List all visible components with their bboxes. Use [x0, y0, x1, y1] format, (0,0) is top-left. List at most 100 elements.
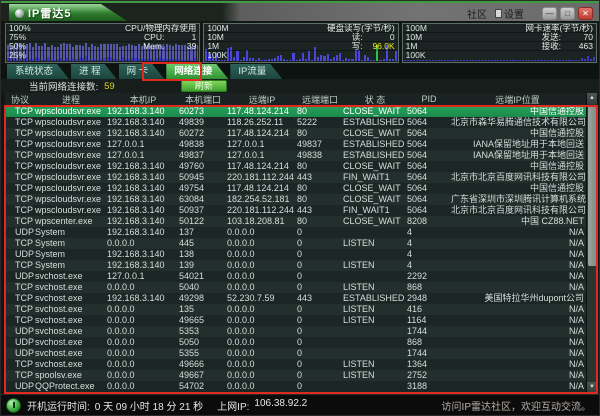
table-row[interactable]: TCPsvchost.exe192.168.3.1404929852.230.7… — [5, 293, 588, 304]
cell: 54021 — [179, 271, 227, 282]
community-promo-text: 访问IP雷达社区，欢迎互动交流。 — [442, 398, 591, 413]
tab-ip-traffic[interactable]: IP流量 — [230, 64, 282, 79]
table-row[interactable]: TCPsvchost.exe0.0.0.01350.0.0.00LISTEN41… — [5, 304, 588, 315]
scrollbar-thumb[interactable] — [588, 106, 597, 266]
cell: 2752 — [407, 370, 451, 381]
cell — [343, 348, 407, 359]
cell: 192.168.3.140 — [107, 293, 179, 304]
disk-panel-title: 硬盘读写(字节/秒) — [327, 24, 395, 32]
cell: wpscloudsvr.exe — [35, 150, 107, 161]
table-row[interactable]: TCPspoolsv.exe0.0.0.0496670.0.0.00LISTEN… — [5, 370, 588, 381]
tab-network-card[interactable]: 网 卡 — [119, 64, 165, 79]
scroll-up-icon[interactable]: ▲ — [587, 93, 597, 104]
cell: 0 — [297, 271, 343, 282]
cell: svchost.exe — [35, 282, 107, 293]
maximize-button[interactable]: □ — [560, 7, 575, 20]
table-row[interactable]: TCPsvchost.exe0.0.0.050400.0.0.00LISTEN8… — [5, 282, 588, 293]
cell: TCP — [5, 161, 35, 172]
cell: 0.0.0.0 — [107, 337, 179, 348]
settings-button[interactable]: 设置 — [495, 6, 524, 21]
column-header[interactable]: 本机端口 — [179, 93, 227, 106]
column-header[interactable]: 远端IP位置 — [451, 93, 588, 106]
cell: UDP — [5, 348, 35, 359]
table-row[interactable]: UDPQQProtect.exe0.0.0.0547020.0.0.003188… — [5, 381, 588, 392]
column-header[interactable]: 状 态 — [343, 93, 407, 106]
column-header[interactable]: 远端IP — [227, 93, 297, 106]
table-row[interactable]: TCPsvchost.exe0.0.0.0496660.0.0.00LISTEN… — [5, 359, 588, 370]
table-row[interactable]: UDPSystem192.168.3.1401370.0.0.004N/A — [5, 227, 588, 238]
cell: IANA保留地址用于本地回送 — [451, 150, 588, 161]
tab-network-connections[interactable]: 网络连接 — [166, 64, 228, 79]
cell: 0.0.0.0 — [107, 238, 179, 249]
cell: 127.0.0.1 — [107, 150, 179, 161]
cell: ESTABLISHED — [343, 117, 407, 128]
table-row[interactable]: UDPSystem192.168.3.1401380.0.0.004N/A — [5, 249, 588, 260]
table-row[interactable]: TCPwpscloudsvr.exe192.168.3.14050937220.… — [5, 205, 588, 216]
table-row[interactable]: UDPsvchost.exe0.0.0.050500.0.0.00868N/A — [5, 337, 588, 348]
column-header[interactable]: PID — [407, 94, 451, 104]
cell: 49754 — [179, 183, 227, 194]
cell: System — [35, 238, 107, 249]
cell: wpscloudsvr.exe — [35, 194, 107, 205]
cell: 0.0.0.0 — [107, 381, 179, 392]
table-row[interactable]: TCPwpscloudsvr.exe127.0.0.149837127.0.0.… — [5, 150, 588, 161]
cell: wpscloudsvr.exe — [35, 117, 107, 128]
table-row[interactable]: TCPwpscloudsvr.exe192.168.3.14049754117.… — [5, 183, 588, 194]
table-row[interactable]: TCPwpscloudsvr.exe192.168.3.14063084182.… — [5, 194, 588, 205]
cell: svchost.exe — [35, 359, 107, 370]
cell: wpscloudsvr.exe — [35, 128, 107, 139]
cell: 0.0.0.0 — [227, 348, 297, 359]
cell: 0 — [297, 326, 343, 337]
tab-bar: 系统状态 进 程 网 卡 网络连接 IP流量 — [1, 64, 599, 79]
tab-system-status[interactable]: 系统状态 — [7, 64, 69, 79]
column-header[interactable]: 进程 — [35, 93, 107, 106]
table-row[interactable]: TCPSystem192.168.3.1401390.0.0.00LISTEN4… — [5, 260, 588, 271]
column-header[interactable]: 远端端口 — [297, 93, 343, 106]
table-row[interactable]: TCPSystem0.0.0.04450.0.0.00LISTEN4N/A — [5, 238, 588, 249]
close-button[interactable]: ✕ — [578, 7, 593, 20]
minimize-button[interactable]: — — [542, 7, 557, 20]
table-row[interactable]: UDPsvchost.exe127.0.0.1540210.0.0.002292… — [5, 271, 588, 282]
cell: 52.230.7.59 — [227, 293, 297, 304]
table-row[interactable]: TCPwpscloudsvr.exe192.168.3.14060273117.… — [5, 106, 588, 117]
refresh-button[interactable]: 刷新 — [181, 80, 227, 92]
cell: 49839 — [179, 117, 227, 128]
cell: 中国信通控股 — [451, 161, 588, 172]
cell: 127.0.0.1 — [227, 150, 297, 161]
table-scrollbar[interactable]: ▲ ▼ — [586, 93, 597, 393]
cell: 192.168.3.140 — [107, 172, 179, 183]
community-button[interactable]: 社区 — [467, 6, 487, 21]
cell: wpscloudsvr.exe — [35, 205, 107, 216]
table-row[interactable]: TCPsvchost.exe0.0.0.0496650.0.0.00LISTEN… — [5, 315, 588, 326]
cell: LISTEN — [343, 260, 407, 271]
cell: 北京市北京百度网讯科技有限公司电信... — [451, 172, 588, 183]
cell: 138 — [179, 249, 227, 260]
cell: 0.0.0.0 — [107, 348, 179, 359]
cell: N/A — [451, 381, 588, 392]
cell: QQProtect.exe — [35, 381, 107, 392]
table-row[interactable]: UDPsvchost.exe0.0.0.053550.0.0.001744N/A — [5, 348, 588, 359]
cell: 127.0.0.1 — [227, 139, 297, 150]
cell: 80 — [297, 194, 343, 205]
column-header[interactable]: 协议 — [5, 93, 35, 106]
cell: CLOSE_WAIT — [343, 128, 407, 139]
table-row[interactable]: TCPwpscloudsvr.exe192.168.3.14049760117.… — [5, 161, 588, 172]
cell: 50945 — [179, 172, 227, 183]
tab-processes[interactable]: 进 程 — [71, 64, 117, 79]
disk-panel: 100M 硬盘读写(字节/秒) 10M 读:0 1M 写:96.0K 100K — [203, 23, 398, 63]
table-row[interactable]: UDPsvchost.exe0.0.0.053530.0.0.001744N/A — [5, 326, 588, 337]
column-header[interactable]: 本机IP — [107, 93, 179, 106]
table-row[interactable]: TCPwpscloudsvr.exe192.168.3.14050945220.… — [5, 172, 588, 183]
cell: 5222 — [297, 117, 343, 128]
table-row[interactable]: TCPwpscloudsvr.exe127.0.0.149838127.0.0.… — [5, 139, 588, 150]
net-recv-value: 463 — [567, 42, 593, 50]
table-row[interactable]: TCPwpscloudsvr.exe192.168.3.14060272117.… — [5, 128, 588, 139]
cell: 192.168.3.140 — [107, 249, 179, 260]
cell: CLOSE_WAIT — [343, 216, 407, 227]
table-row[interactable]: TCPwpscloudsvr.exe192.168.3.14049839118.… — [5, 117, 588, 128]
scroll-down-icon[interactable]: ▼ — [587, 382, 597, 393]
cell — [343, 326, 407, 337]
table-row[interactable]: TCPwpscenter.exe192.168.3.14050122103.18… — [5, 216, 588, 227]
cell: 49838 — [297, 150, 343, 161]
cell: 0.0.0.0 — [227, 381, 297, 392]
